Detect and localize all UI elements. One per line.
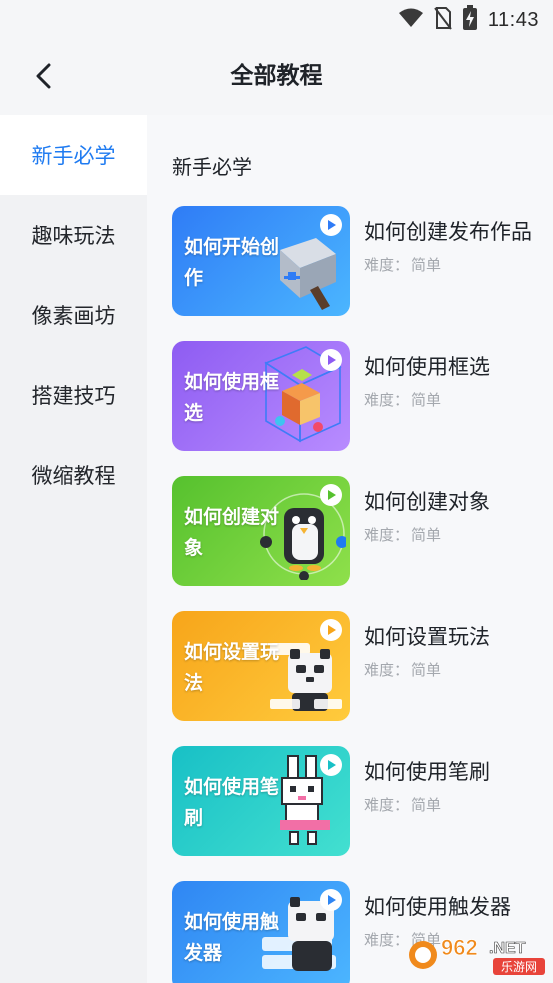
tutorial-thumbnail[interactable]: 如何开始创作 [172, 206, 350, 316]
tutorial-card[interactable]: 如何开始创作 如何创建发布作品 难度： 简单 [172, 206, 542, 341]
tutorial-info: 如何创建发布作品 难度： 简单 [364, 206, 534, 275]
status-time: 11:43 [487, 8, 539, 31]
tutorial-info: 如何创建对象 难度： 简单 [364, 476, 534, 545]
status-icons: 11:43 [398, 5, 539, 35]
tutorial-info: 如何设置玩法 难度： 简单 [364, 611, 534, 680]
watermark-logo: 962 .NET 乐游网 [409, 935, 545, 975]
tutorial-title: 如何设置玩法 [364, 625, 490, 649]
battery-charging-icon [462, 5, 478, 35]
play-icon[interactable] [320, 889, 342, 911]
sidebar-item-beginner[interactable]: 新手必学 [0, 115, 147, 195]
tutorial-thumbnail[interactable]: 如何使用笔刷 [172, 746, 350, 856]
sidebar-item-pixel-art[interactable]: 像素画坊 [0, 275, 147, 355]
tutorial-thumbnail[interactable]: 如何使用触发器 [172, 881, 350, 983]
tutorial-list: 如何开始创作 如何创建发布作品 难度： 简单 如何使用框选 如何使用框选 难度：… [172, 206, 542, 983]
watermark-suffix: .NET [489, 940, 526, 957]
thumbnail-caption: 如何使用框选 [184, 371, 280, 424]
difficulty-label: 难度： [364, 391, 410, 409]
difficulty-value: 简单 [411, 796, 442, 814]
difficulty-label: 难度： [364, 526, 410, 544]
sidebar-item-label: 趣味玩法 [31, 224, 116, 248]
sidebar: 新手必学 趣味玩法 像素画坊 搭建技巧 微缩教程 [0, 115, 147, 983]
sidebar-item-building-tips[interactable]: 搭建技巧 [0, 355, 147, 435]
difficulty-label: 难度： [364, 661, 410, 679]
thumbnail-caption: 如何开始创作 [184, 236, 280, 289]
status-bar: 11:43 [0, 0, 553, 40]
sidebar-item-label: 微缩教程 [31, 464, 116, 488]
header: 全部教程 [0, 40, 553, 114]
page-title: 全部教程 [230, 63, 323, 89]
tutorial-difficulty: 难度： 简单 [364, 524, 534, 545]
tutorial-title: 如何创建对象 [364, 490, 490, 514]
tutorial-thumbnail[interactable]: 如何使用框选 [172, 341, 350, 451]
tutorial-thumbnail[interactable]: 如何创建对象 [172, 476, 350, 586]
tutorial-difficulty: 难度： 简单 [364, 254, 534, 275]
play-icon[interactable] [320, 484, 342, 506]
tutorial-title: 如何使用框选 [364, 355, 490, 379]
difficulty-value: 简单 [411, 526, 442, 544]
tutorial-title: 如何使用笔刷 [364, 760, 490, 784]
difficulty-value: 简单 [411, 391, 442, 409]
thumbnail-caption: 如何使用笔刷 [184, 776, 280, 829]
difficulty-label: 难度： [364, 796, 410, 814]
sidebar-item-label: 新手必学 [31, 144, 116, 168]
sidebar-item-fun-play[interactable]: 趣味玩法 [0, 195, 147, 275]
watermark-tagline: 乐游网 [501, 960, 537, 974]
tutorial-info: 如何使用笔刷 难度： 简单 [364, 746, 534, 815]
tutorial-title: 如何使用触发器 [364, 895, 511, 919]
tutorial-info: 如何使用框选 难度： 简单 [364, 341, 534, 410]
tutorial-difficulty: 难度： 简单 [364, 659, 534, 680]
no-sim-icon [434, 6, 452, 34]
tutorial-card[interactable]: 如何设置玩法 如何设置玩法 难度： 简单 [172, 611, 542, 746]
wifi-icon [398, 7, 424, 33]
difficulty-label: 难度： [364, 931, 410, 949]
play-icon[interactable] [320, 214, 342, 236]
tutorial-card[interactable]: 如何使用笔刷 如何使用笔刷 难度： 简单 [172, 746, 542, 881]
difficulty-label: 难度： [364, 256, 410, 274]
thumbnail-caption: 如何创建对象 [184, 506, 280, 559]
difficulty-value: 简单 [411, 661, 442, 679]
play-icon[interactable] [320, 754, 342, 776]
tutorial-title: 如何创建发布作品 [364, 220, 532, 244]
thumbnail-caption: 如何使用触发器 [184, 911, 280, 964]
section-title: 新手必学 [172, 155, 252, 179]
tutorial-difficulty: 难度： 简单 [364, 794, 534, 815]
thumbnail-caption: 如何设置玩法 [184, 641, 280, 694]
play-icon[interactable] [320, 349, 342, 371]
tutorial-thumbnail[interactable]: 如何设置玩法 [172, 611, 350, 721]
tutorial-content: 新手必学 如何开始创作 如何创建发布作品 难度： 简单 如何使用框选 如何使用框… [147, 115, 553, 983]
tutorial-card[interactable]: 如何使用框选 如何使用框选 难度： 简单 [172, 341, 542, 476]
difficulty-value: 简单 [411, 256, 442, 274]
sidebar-item-label: 搭建技巧 [31, 384, 116, 408]
sidebar-item-label: 像素画坊 [31, 304, 116, 328]
play-icon[interactable] [320, 619, 342, 641]
tutorial-difficulty: 难度： 简单 [364, 389, 534, 410]
watermark-number: 962 [441, 935, 478, 960]
tutorial-card[interactable]: 如何创建对象 如何创建对象 难度： 简单 [172, 476, 542, 611]
sidebar-item-miniature[interactable]: 微缩教程 [0, 435, 147, 515]
